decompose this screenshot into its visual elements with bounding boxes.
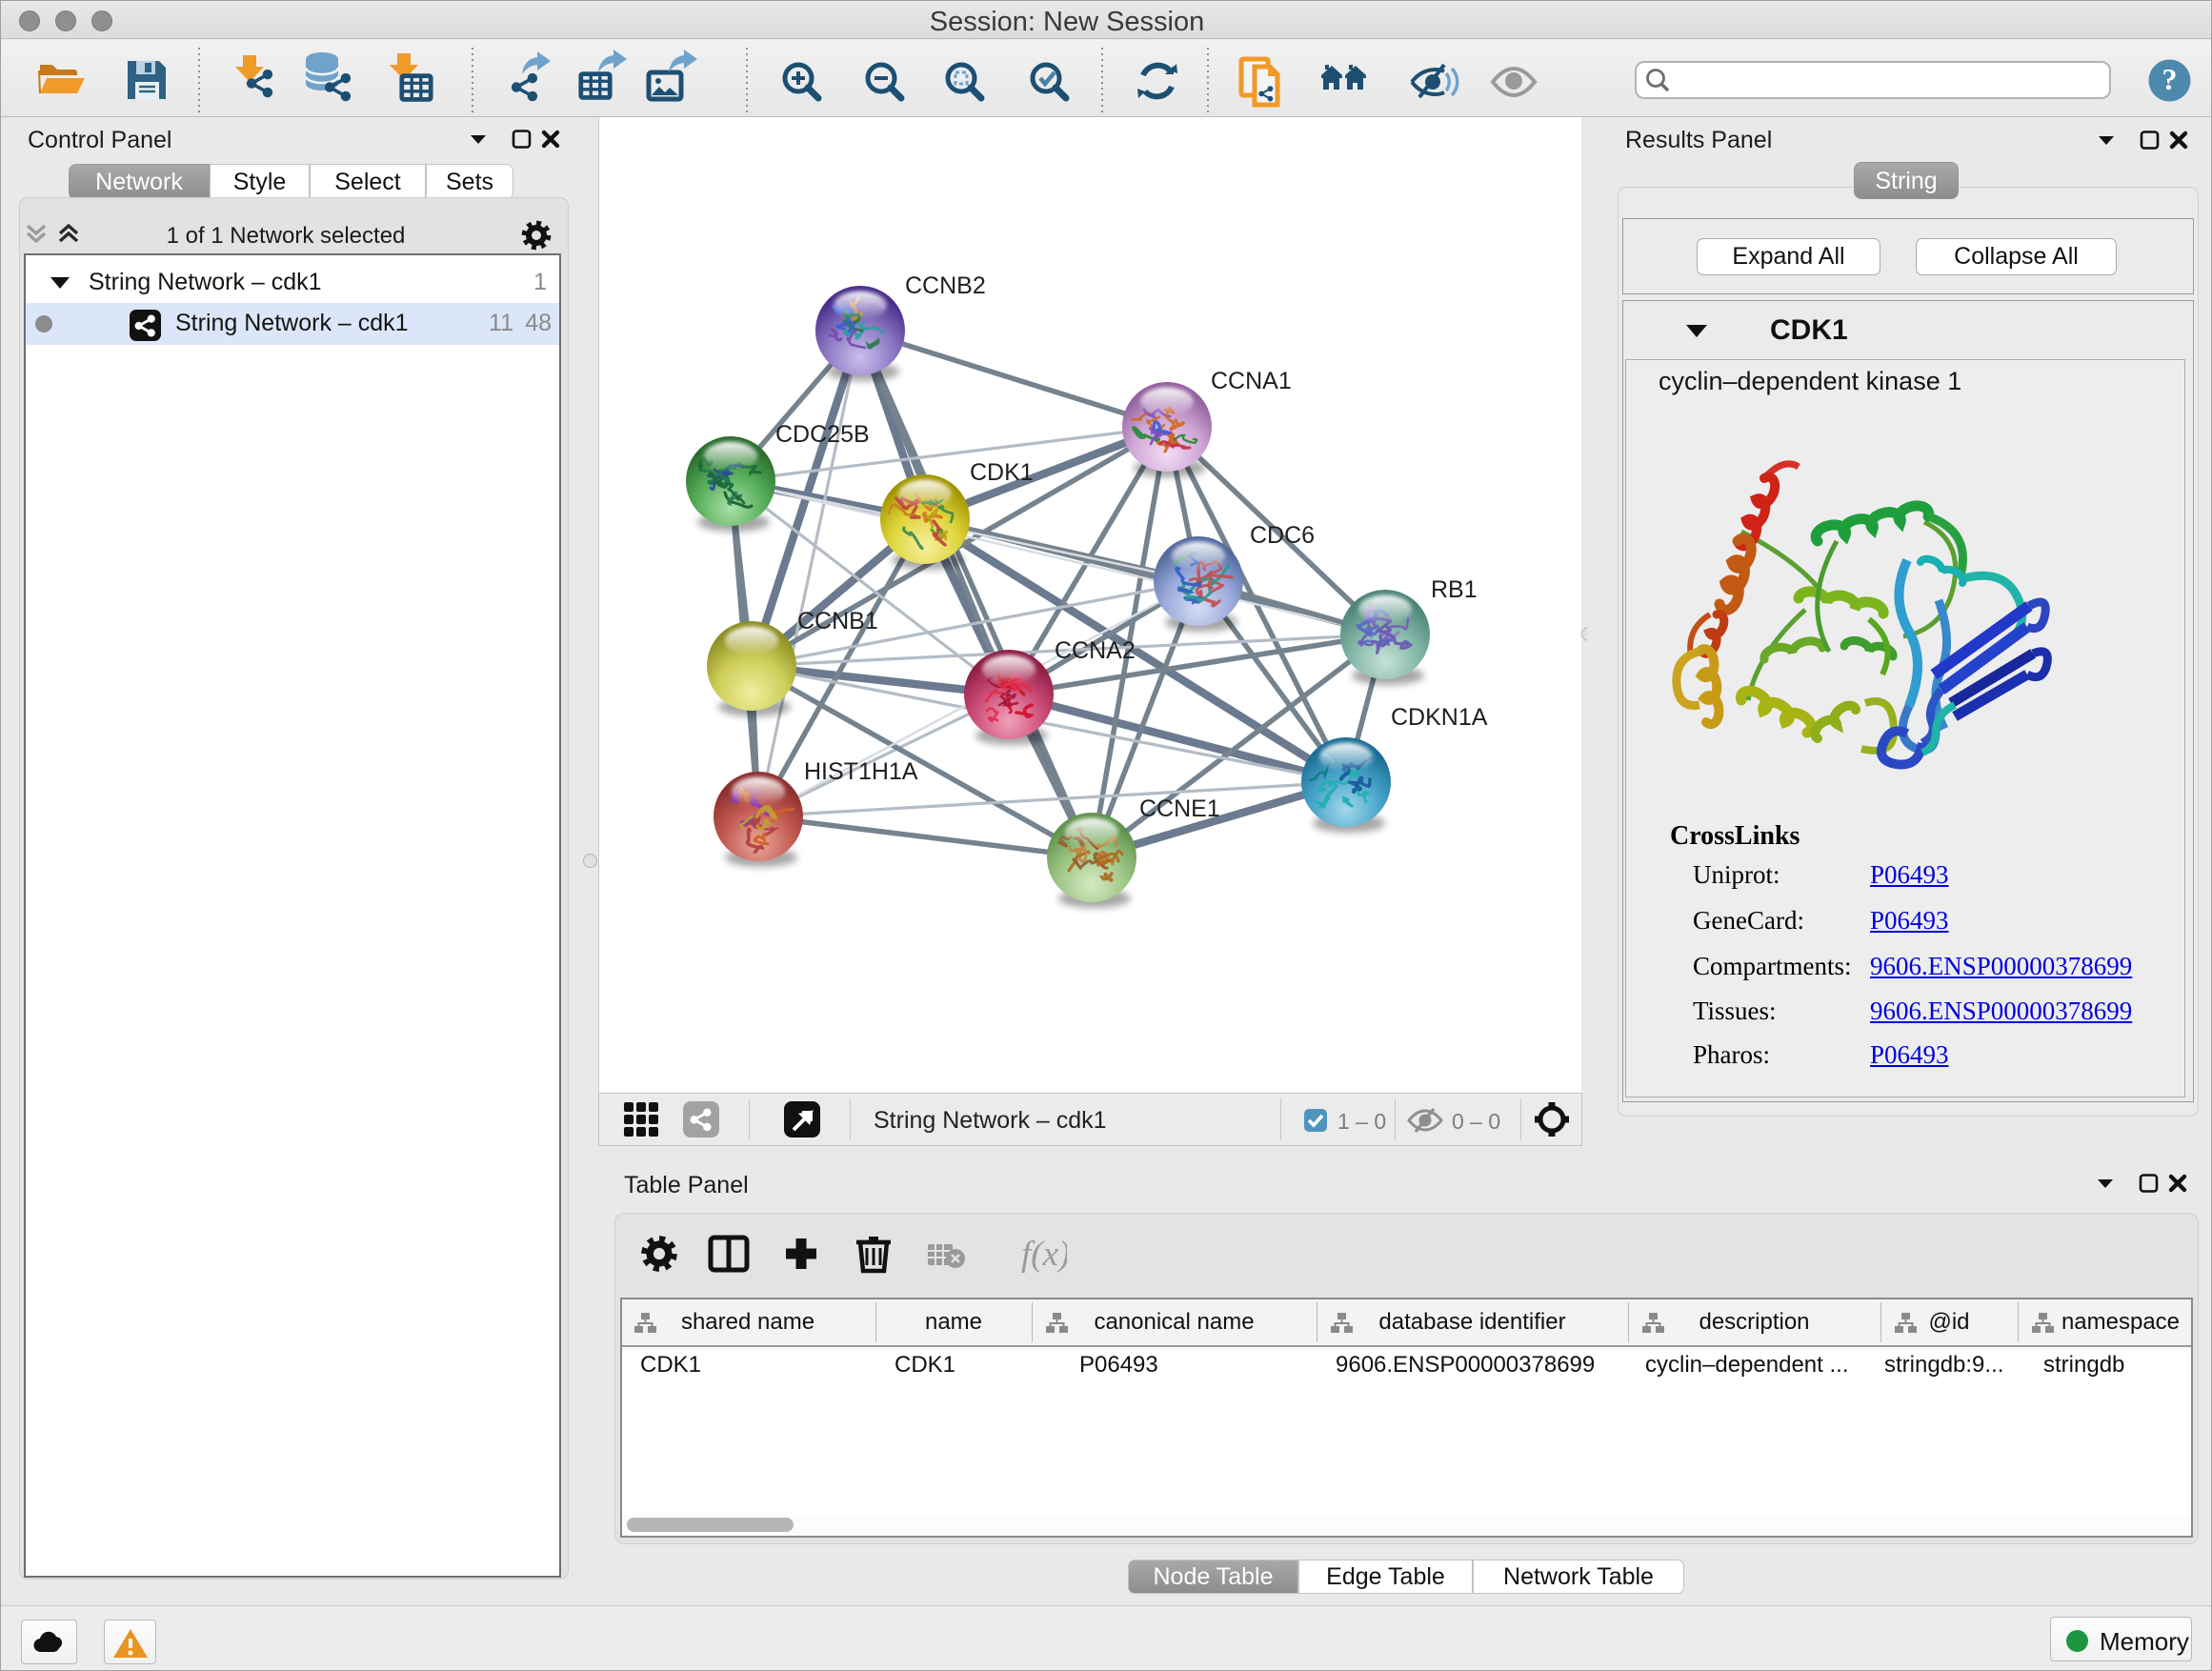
svg-text:CDC25B: CDC25B bbox=[775, 421, 870, 448]
svg-text:f(x): f(x) bbox=[1021, 1235, 1067, 1274]
svg-text:?: ? bbox=[2162, 62, 2178, 96]
svg-text:CCNB1: CCNB1 bbox=[797, 608, 878, 634]
svg-text:CDKN1A: CDKN1A bbox=[1391, 704, 1488, 731]
svg-text:HIST1H1A: HIST1H1A bbox=[804, 758, 918, 785]
svg-text:RB1: RB1 bbox=[1431, 576, 1478, 603]
svg-text:CDC6: CDC6 bbox=[1250, 522, 1315, 549]
svg-text:CDK1: CDK1 bbox=[970, 459, 1034, 486]
svg-text:CCNE1: CCNE1 bbox=[1139, 795, 1220, 822]
svg-text:CCNA1: CCNA1 bbox=[1211, 368, 1292, 394]
svg-text:CCNA2: CCNA2 bbox=[1055, 637, 1136, 664]
svg-text:CCNB2: CCNB2 bbox=[905, 272, 986, 299]
